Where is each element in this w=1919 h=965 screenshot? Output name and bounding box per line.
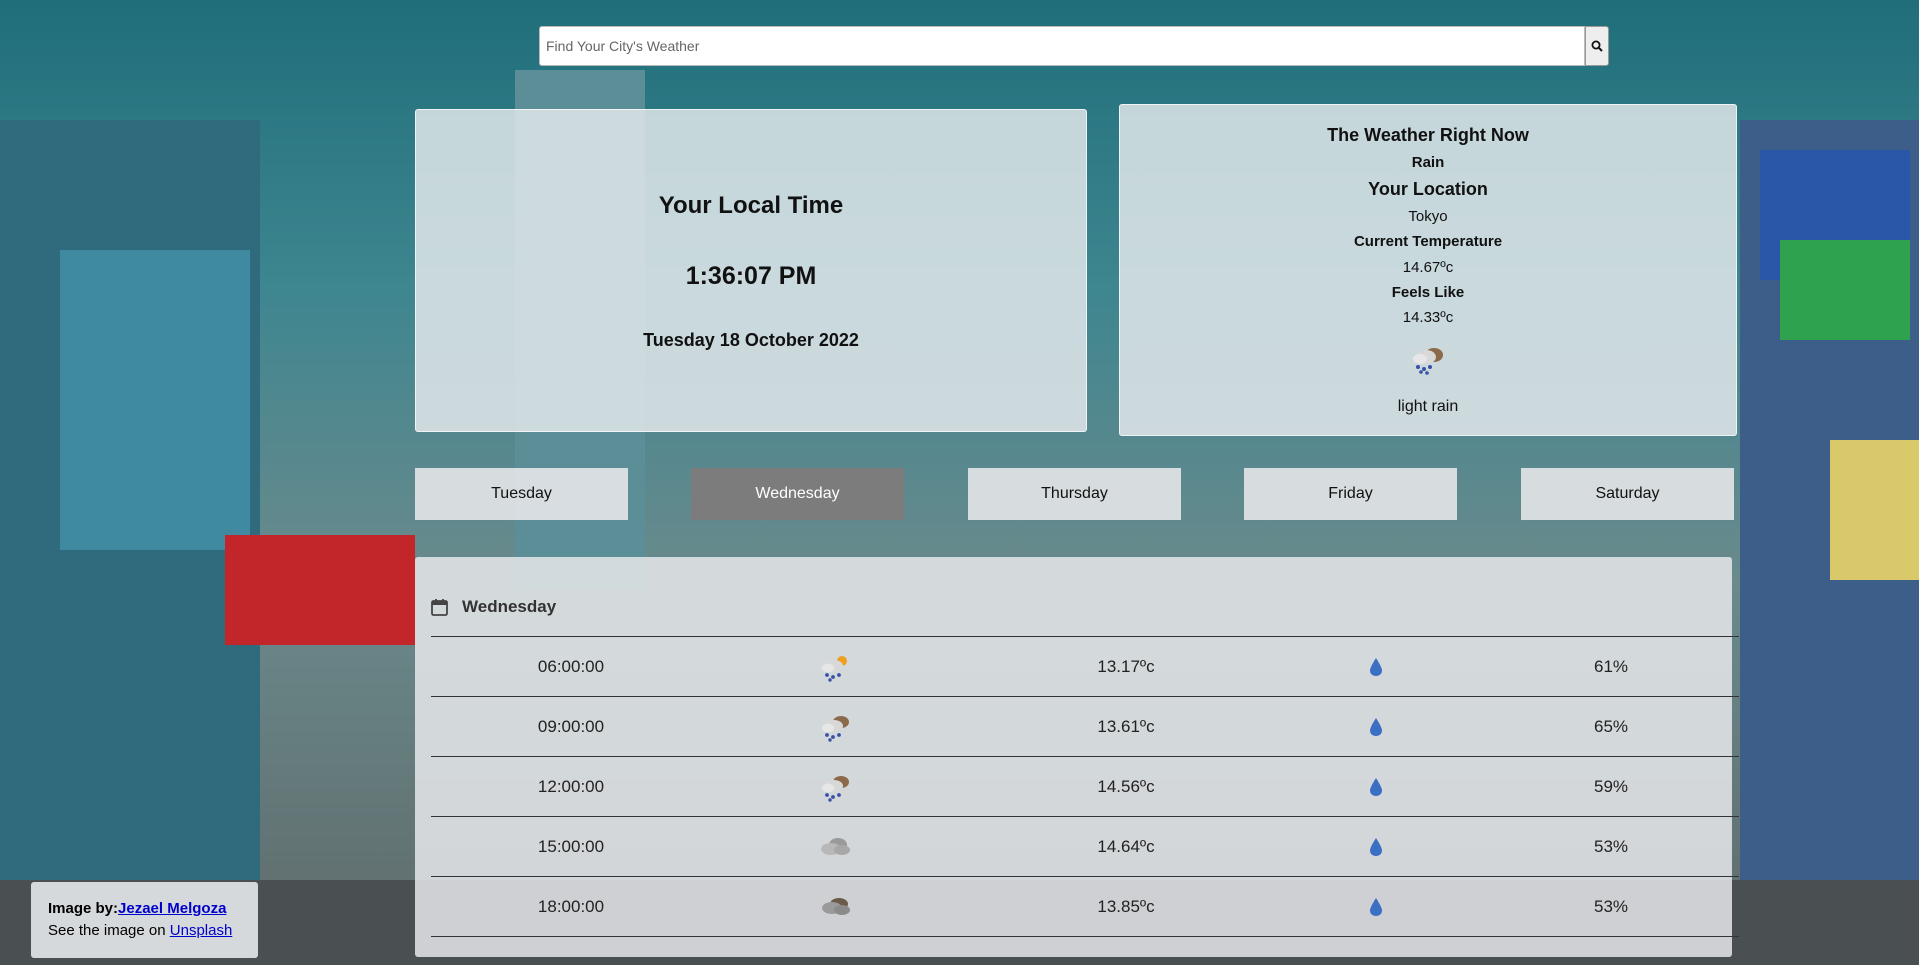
forecast-panel: Wednesday 06:00:00 13.17ºc 61% 09:00:00 bbox=[415, 557, 1739, 957]
credit-author-line: Image by:Jezael Melgoza bbox=[48, 898, 258, 920]
forecast-time: 09:00:00 bbox=[537, 717, 605, 736]
tab-tuesday[interactable]: Tuesday bbox=[415, 468, 628, 520]
location-value: Tokyo bbox=[1408, 208, 1448, 225]
local-time-title: Your Local Time bbox=[658, 192, 844, 219]
search-icon bbox=[1591, 40, 1603, 52]
row-divider bbox=[431, 696, 1739, 697]
current-weather-icon-wrap bbox=[1120, 343, 1736, 377]
sun-rain-cloud-icon bbox=[822, 656, 847, 682]
forecast-humidity: 53% bbox=[1593, 897, 1629, 916]
current-weather-panel: The Weather Right Now Rain Your Location… bbox=[1119, 104, 1737, 436]
local-date-value: Tuesday 18 October 2022 bbox=[643, 330, 859, 350]
forecast-time: 18:00:00 bbox=[537, 897, 605, 916]
forecast-time: 15:00:00 bbox=[537, 837, 605, 856]
tab-saturday[interactable]: Saturday bbox=[1521, 468, 1734, 520]
location-label: Your Location bbox=[1368, 179, 1488, 199]
water-drop-icon bbox=[1370, 838, 1382, 856]
search-bar bbox=[539, 26, 1609, 66]
local-time-value: 1:36:07 PM bbox=[685, 262, 817, 290]
forecast-humidity: 65% bbox=[1593, 717, 1629, 736]
water-drop-icon bbox=[1370, 778, 1382, 796]
row-divider bbox=[431, 636, 1739, 637]
forecast-row: 09:00:00 13.61ºc 65% bbox=[431, 698, 1739, 756]
rain-cloud-icon bbox=[1413, 348, 1443, 375]
image-credit: Image by:Jezael Melgoza See the image on… bbox=[31, 882, 258, 958]
forecast-temperature: 14.64ºc bbox=[1097, 837, 1155, 856]
row-divider bbox=[431, 756, 1739, 757]
credit-source-line: See the image on Unsplash bbox=[48, 920, 258, 942]
rain-cloud-icon bbox=[822, 776, 849, 802]
humidity-icon-cell bbox=[1361, 698, 1391, 756]
search-input[interactable] bbox=[539, 26, 1585, 66]
forecast-day-label: Wednesday bbox=[462, 597, 557, 616]
water-drop-icon bbox=[1370, 658, 1382, 676]
forecast-icon-cell bbox=[811, 878, 861, 936]
forecast-row: 15:00:00 14.64ºc 53% bbox=[431, 818, 1739, 876]
forecast-temperature: 13.85ºc bbox=[1097, 897, 1155, 916]
cloud-icon bbox=[821, 838, 850, 855]
forecast-temperature: 13.17ºc bbox=[1097, 657, 1155, 676]
row-divider bbox=[431, 936, 1739, 937]
tab-wednesday[interactable]: Wednesday bbox=[691, 468, 904, 520]
humidity-icon-cell bbox=[1361, 638, 1391, 696]
author-link[interactable]: Jezael Melgoza bbox=[118, 900, 226, 917]
feels-like-value: 14.33ºc bbox=[1402, 309, 1454, 326]
forecast-temperature: 14.56ºc bbox=[1097, 777, 1155, 796]
tab-thursday[interactable]: Thursday bbox=[968, 468, 1181, 520]
row-divider bbox=[431, 816, 1739, 817]
forecast-icon-cell bbox=[811, 638, 861, 696]
row-divider bbox=[431, 876, 1739, 877]
humidity-icon-cell bbox=[1361, 878, 1391, 936]
rain-cloud-icon bbox=[822, 716, 849, 742]
current-temperature-label: Current Temperature bbox=[1353, 233, 1503, 250]
forecast-humidity: 61% bbox=[1593, 657, 1629, 676]
forecast-icon-cell bbox=[811, 758, 861, 816]
water-drop-icon bbox=[1370, 898, 1382, 916]
credit-image-by-label: Image by: bbox=[48, 900, 119, 917]
calendar-icon bbox=[431, 599, 448, 616]
feels-like-label: Feels Like bbox=[1391, 284, 1465, 301]
forecast-humidity: 53% bbox=[1593, 837, 1629, 856]
humidity-icon-cell bbox=[1361, 818, 1391, 876]
forecast-row: 12:00:00 14.56ºc 59% bbox=[431, 758, 1739, 816]
dark-cloud-icon bbox=[822, 898, 850, 915]
current-weather-title: The Weather Right Now bbox=[1327, 125, 1529, 145]
forecast-icon-cell bbox=[811, 698, 861, 756]
forecast-header: Wednesday bbox=[431, 597, 556, 617]
unsplash-link[interactable]: Unsplash bbox=[170, 922, 233, 939]
humidity-icon-cell bbox=[1361, 758, 1391, 816]
forecast-time: 06:00:00 bbox=[537, 657, 605, 676]
forecast-row: 06:00:00 13.17ºc 61% bbox=[431, 638, 1739, 696]
forecast-row: 18:00:00 13.85ºc 53% bbox=[431, 878, 1739, 936]
credit-see-label: See the image on bbox=[48, 922, 170, 939]
forecast-humidity: 59% bbox=[1593, 777, 1629, 796]
forecast-temperature: 13.61ºc bbox=[1097, 717, 1155, 736]
current-temperature-value: 14.67ºc bbox=[1402, 259, 1454, 276]
current-condition: Rain bbox=[1411, 154, 1445, 171]
forecast-time: 12:00:00 bbox=[537, 777, 605, 796]
forecast-icon-cell bbox=[811, 818, 861, 876]
local-time-panel: Your Local Time 1:36:07 PM Tuesday 18 Oc… bbox=[415, 109, 1087, 432]
water-drop-icon bbox=[1370, 718, 1382, 736]
weather-description: light rain bbox=[1397, 398, 1459, 415]
search-button[interactable] bbox=[1585, 26, 1609, 66]
tab-friday[interactable]: Friday bbox=[1244, 468, 1457, 520]
